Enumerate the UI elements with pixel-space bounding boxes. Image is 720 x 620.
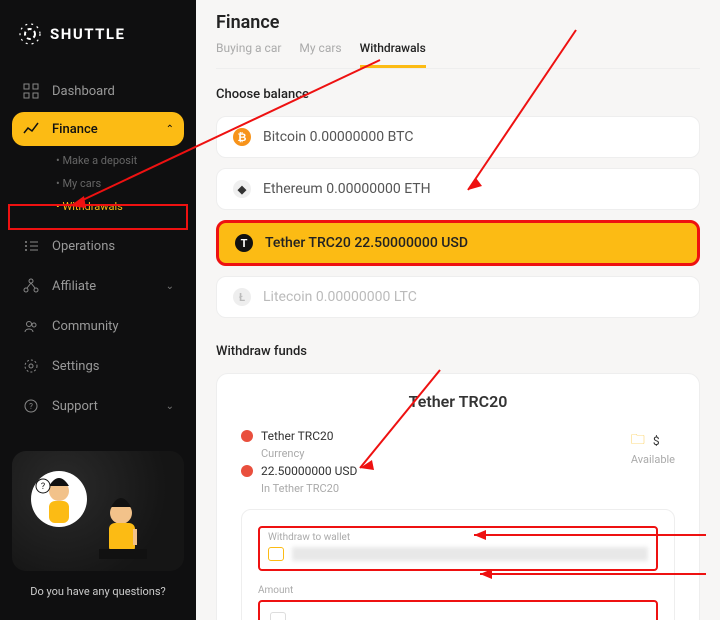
balance-text: Tether TRC20 22.50000000 USD [265,235,468,251]
balance-eth[interactable]: ◆ Ethereum 0.00000000 ETH [216,168,700,210]
withdraw-heading: Withdraw funds [216,344,700,359]
balance-label: In Tether TRC20 [241,482,357,495]
grid-icon [22,82,40,100]
balance-list: ₿ Bitcoin 0.00000000 BTC ◆ Ethereum 0.00… [216,116,700,318]
tab-buying[interactable]: Buying a car [216,41,281,68]
sidebar-item-label: Operations [52,239,115,254]
balance-text: Ethereum 0.00000000 ETH [263,181,431,197]
sidebar-sub-label: Make a deposit [62,154,137,167]
sidebar-item-label: Settings [52,359,99,374]
finance-submenu: • Make a deposit • My cars • Withdrawals [12,148,184,225]
balance-usdt[interactable]: T Tether TRC20 22.50000000 USD [216,220,700,266]
currency-name: Tether TRC20 [261,429,334,443]
sidebar-sub-label: My cars [62,177,101,190]
sidebar-sub-deposit[interactable]: • Make a deposit [56,150,184,171]
sidebar: SHUTTLE Dashboard Finance ⌃ • Make a dep… [0,0,196,620]
tabs: Buying a car My cars Withdrawals [216,41,700,69]
balance-ltc[interactable]: Ł Litecoin 0.00000000 LTC [216,276,700,318]
balance-text: Litecoin 0.00000000 LTC [263,289,417,305]
sidebar-sub-withdrawals[interactable]: • Withdrawals [56,196,184,217]
card-meta: Tether TRC20 Currency 22.50000000 USD In… [241,429,675,495]
sidebar-item-label: Support [52,399,98,414]
gear-icon [22,357,40,375]
choose-balance-heading: Choose balance [216,87,700,102]
balance-btc[interactable]: ₿ Bitcoin 0.00000000 BTC [216,116,700,158]
network-icon [22,277,40,295]
tether-icon: T [235,234,253,252]
shuttle-logo-icon [18,22,42,46]
ethereum-icon: ◆ [233,180,251,198]
currency-label: Currency [241,447,357,460]
chevron-down-icon: ⌄ [166,281,174,292]
amount-label: Amount [258,585,658,596]
sidebar-item-operations[interactable]: Operations [12,227,184,265]
balance-text: Bitcoin 0.00000000 BTC [263,129,413,145]
support-illustration: ? [12,451,184,571]
folder-icon: 🗀 [631,429,645,453]
balance-dot-icon [241,465,253,477]
sidebar-item-dashboard[interactable]: Dashboard [12,72,184,110]
sidebar-item-label: Affiliate [52,279,96,294]
sidebar-sub-label: Withdrawals [62,200,122,213]
chevron-down-icon: ⌄ [166,401,174,412]
tab-withdrawals[interactable]: Withdrawals [360,41,426,68]
sidebar-item-settings[interactable]: Settings [12,347,184,385]
available-symbol: $ [653,434,660,448]
available-label: Available [631,453,675,466]
wallet-icon [268,547,284,561]
wallet-label: Withdraw to wallet [268,532,648,543]
litecoin-icon: Ł [233,288,251,306]
sidebar-sub-mycars[interactable]: • My cars [56,173,184,194]
users-icon [22,317,40,335]
tab-mycars[interactable]: My cars [299,41,341,68]
sidebar-item-community[interactable]: Community [12,307,184,345]
sidebar-item-label: Dashboard [52,84,115,99]
help-icon: ? [22,397,40,415]
sidebar-item-label: Finance [52,122,98,137]
chart-icon [22,120,40,138]
nav: Dashboard Finance ⌃ • Make a deposit • M… [0,72,196,425]
list-icon [22,237,40,255]
brand-logo: SHUTTLE [0,0,196,72]
svg-text:?: ? [41,482,45,492]
wallet-field[interactable]: Withdraw to wallet [258,526,658,571]
bitcoin-icon: ₿ [233,128,251,146]
main-content: Finance Buying a car My cars Withdrawals… [196,0,720,620]
withdraw-form: Withdraw to wallet Amount 2FA code [241,509,675,620]
amount-input[interactable] [258,600,658,620]
sidebar-item-label: Community [52,319,119,334]
currency-dot-icon [241,430,253,442]
amount-icon [270,612,286,620]
brand-name: SHUTTLE [50,25,125,43]
svg-text:?: ? [29,402,33,411]
balance-value: 22.50000000 USD [261,464,357,478]
questions-text: Do you have any questions? [0,571,196,608]
chevron-up-icon: ⌃ [166,124,174,135]
withdraw-card: Tether TRC20 Tether TRC20 Currency 22.50… [216,373,700,620]
wallet-input[interactable] [292,547,648,561]
sidebar-item-finance[interactable]: Finance ⌃ [12,112,184,146]
sidebar-item-affiliate[interactable]: Affiliate ⌄ [12,267,184,305]
page-title: Finance [216,12,700,33]
sidebar-item-support[interactable]: ? Support ⌄ [12,387,184,425]
card-title: Tether TRC20 [241,392,675,411]
